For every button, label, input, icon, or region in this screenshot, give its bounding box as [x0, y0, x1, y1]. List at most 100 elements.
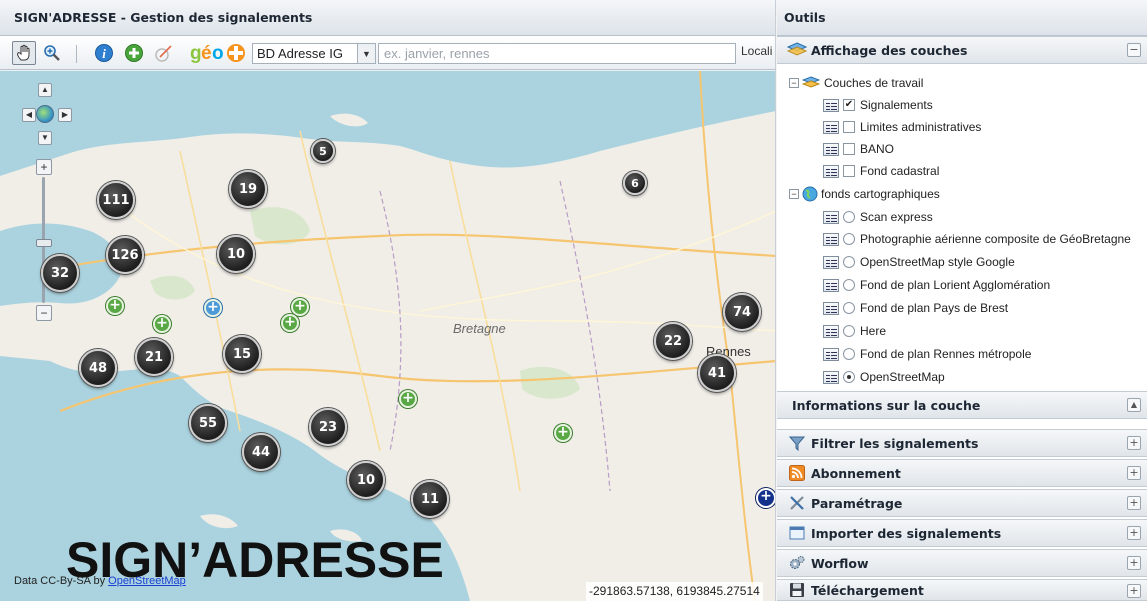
cluster-marker[interactable]: 22 [654, 322, 692, 360]
pan-hand-icon[interactable] [12, 41, 36, 65]
basemap-item-scan-express[interactable]: Scan express [823, 206, 933, 228]
basemap-radio[interactable] [843, 256, 855, 268]
cluster-marker[interactable]: 48 [79, 349, 117, 387]
cluster-marker[interactable]: 11 [411, 480, 449, 518]
collapse-icon[interactable]: − [1127, 43, 1141, 57]
cluster-marker[interactable]: 111 [97, 181, 135, 219]
basemap-radio[interactable] [843, 348, 855, 360]
expand-icon[interactable]: + [1127, 584, 1141, 598]
cluster-marker[interactable]: 41 [698, 354, 736, 392]
expand-icon[interactable]: + [1127, 466, 1141, 480]
zoom-in-icon[interactable] [40, 41, 64, 65]
expand-icon[interactable]: + [1127, 526, 1141, 540]
report-marker[interactable]: + [399, 390, 417, 408]
accordion-workflow[interactable]: Worflow + [777, 549, 1147, 577]
basemap-item-osm[interactable]: OpenStreetMap [823, 366, 945, 388]
cluster-marker[interactable]: 44 [242, 433, 280, 471]
cluster-marker[interactable]: 10 [347, 461, 385, 499]
add-report-icon[interactable] [122, 41, 146, 65]
legend-icon[interactable] [823, 142, 839, 156]
cluster-marker[interactable]: 10 [217, 235, 255, 273]
expand-icon[interactable]: + [1127, 496, 1141, 510]
legend-icon[interactable] [823, 120, 839, 134]
cluster-marker[interactable]: 126 [106, 236, 144, 274]
basemap-radio[interactable] [843, 302, 855, 314]
accordion-download[interactable]: Téléchargement + [777, 579, 1147, 601]
chevron-down-icon[interactable]: ▼ [357, 44, 375, 63]
legend-icon[interactable] [823, 164, 839, 178]
accordion-filter[interactable]: Filtrer les signalements + [777, 429, 1147, 457]
expand-icon[interactable]: + [1127, 436, 1141, 450]
expander-icon[interactable]: − [789, 78, 799, 88]
report-marker[interactable]: + [756, 488, 775, 508]
basemap-item-brest[interactable]: Fond de plan Pays de Brest [823, 297, 1008, 319]
report-marker[interactable]: + [281, 314, 299, 332]
zoom-out-button[interactable]: − [36, 305, 52, 321]
legend-icon[interactable] [823, 232, 839, 246]
report-marker[interactable]: + [204, 299, 222, 317]
expand-icon[interactable]: + [1127, 556, 1141, 570]
openstreetmap-link[interactable]: OpenStreetMap [108, 575, 186, 587]
layer-checkbox[interactable] [843, 143, 855, 155]
accordion-layer-info[interactable]: Informations sur la couche ▲ [777, 391, 1147, 419]
layer-item-bano[interactable]: BANO [823, 138, 894, 160]
tree-group-basemaps[interactable]: − fonds cartographiques [789, 183, 940, 205]
geo-logo-icon[interactable]: géo [188, 41, 248, 65]
pan-down-button[interactable]: ▼ [38, 131, 52, 145]
locate-label[interactable]: Locali [741, 44, 772, 58]
layer-item-signalements[interactable]: ✔ Signalements [823, 94, 933, 116]
basemap-item-here[interactable]: Here [823, 320, 886, 342]
legend-icon[interactable] [823, 278, 839, 292]
layer-checkbox[interactable]: ✔ [843, 99, 855, 111]
report-marker[interactable]: + [106, 297, 124, 315]
cluster-marker[interactable]: 5 [311, 139, 335, 163]
cluster-marker[interactable]: 19 [229, 170, 267, 208]
legend-icon[interactable] [823, 347, 839, 361]
cluster-marker[interactable]: 23 [309, 408, 347, 446]
collapse-up-icon[interactable]: ▲ [1127, 398, 1141, 412]
layer-checkbox[interactable] [843, 165, 855, 177]
cluster-marker[interactable]: 15 [223, 335, 261, 373]
pan-up-button[interactable]: ▲ [38, 83, 52, 97]
expander-icon[interactable]: − [789, 189, 799, 199]
layer-item-cadastre[interactable]: Fond cadastral [823, 160, 939, 182]
search-input[interactable] [378, 43, 736, 64]
legend-icon[interactable] [823, 255, 839, 269]
map-canvas[interactable]: ▲ ◀ ▶ ▼ + − Bretagne Rennes + + + + + + … [0, 71, 775, 601]
measure-icon[interactable] [152, 41, 176, 65]
cluster-marker[interactable]: 74 [723, 293, 761, 331]
basemap-radio[interactable] [843, 211, 855, 223]
basemap-radio[interactable] [843, 371, 855, 383]
accordion-settings[interactable]: Paramétrage + [777, 489, 1147, 517]
basemap-radio[interactable] [843, 279, 855, 291]
info-icon[interactable]: i [92, 41, 116, 65]
basemap-item-osm-google[interactable]: OpenStreetMap style Google [823, 251, 1015, 273]
globe-icon[interactable] [36, 105, 54, 123]
report-marker[interactable]: + [153, 315, 171, 333]
tree-group-work-layers[interactable]: − Couches de travail [789, 72, 923, 94]
pan-left-button[interactable]: ◀ [22, 108, 36, 122]
legend-icon[interactable] [823, 301, 839, 315]
cluster-marker[interactable]: 32 [41, 254, 79, 292]
basemap-item-lorient[interactable]: Fond de plan Lorient Agglomération [823, 274, 1050, 296]
accordion-import[interactable]: Importer des signalements + [777, 519, 1147, 547]
accordion-subscription[interactable]: Abonnement + [777, 459, 1147, 487]
report-marker[interactable]: + [554, 424, 572, 442]
cluster-marker[interactable]: 21 [135, 338, 173, 376]
basemap-item-aerial[interactable]: Photographie aérienne composite de GéoBr… [823, 228, 1131, 250]
cluster-marker[interactable]: 55 [189, 404, 227, 442]
basemap-radio[interactable] [843, 325, 855, 337]
basemap-radio[interactable] [843, 233, 855, 245]
legend-icon[interactable] [823, 210, 839, 224]
legend-icon[interactable] [823, 370, 839, 384]
zoom-in-button[interactable]: + [36, 159, 52, 175]
layer-select[interactable]: BD Adresse IG ▼ [252, 43, 376, 64]
pan-right-button[interactable]: ▶ [58, 108, 72, 122]
cluster-marker[interactable]: 6 [623, 171, 647, 195]
zoom-slider-handle[interactable] [36, 239, 52, 247]
legend-icon[interactable] [823, 98, 839, 112]
layer-checkbox[interactable] [843, 121, 855, 133]
legend-icon[interactable] [823, 324, 839, 338]
accordion-display-layers[interactable]: Affichage des couches − [777, 36, 1147, 64]
basemap-item-rennes[interactable]: Fond de plan Rennes métropole [823, 343, 1031, 365]
